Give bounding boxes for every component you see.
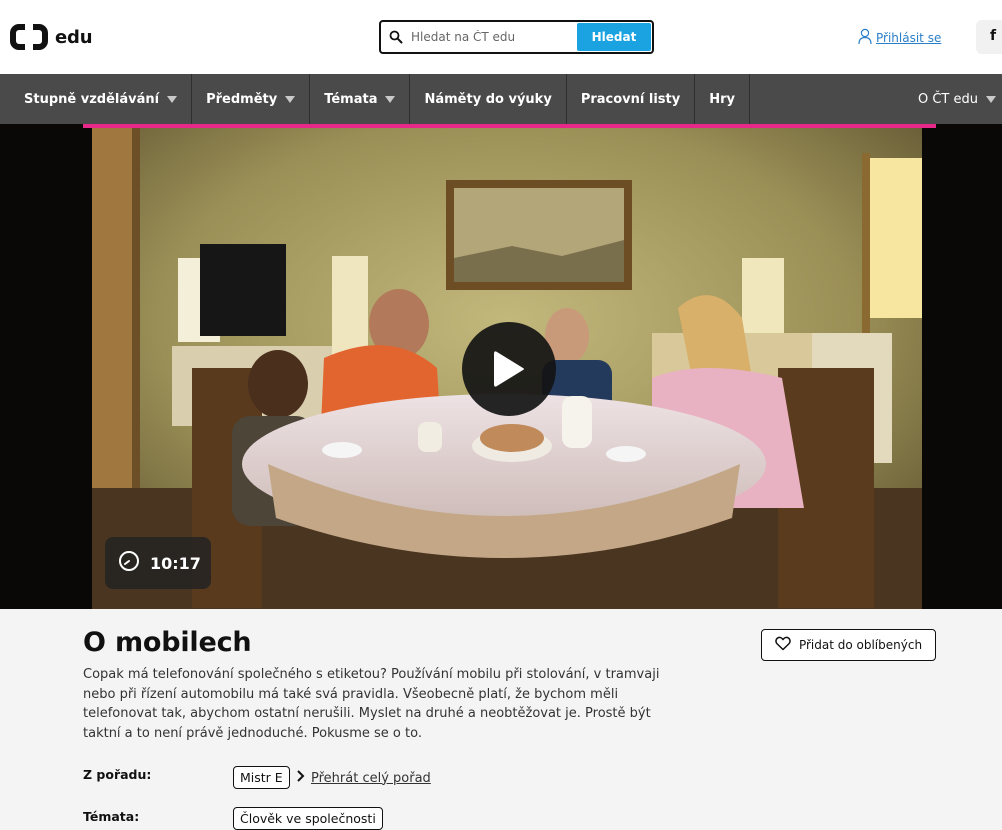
add-to-favorites-button[interactable]: Přidat do oblíbených <box>761 629 936 661</box>
nav-item-label: Témata <box>324 91 378 107</box>
search-bar: Hledat <box>379 20 654 54</box>
topics-label: Témata: <box>83 809 140 824</box>
clock-icon <box>118 550 140 576</box>
nav-item-label: Pracovní listy <box>580 91 681 107</box>
nav-item-predmety[interactable]: Předměty <box>192 74 311 124</box>
video-detail: O mobilech Přidat do oblíbených Copak má… <box>0 609 1002 830</box>
search-input[interactable] <box>411 22 576 52</box>
nav-item-hry[interactable]: Hry <box>695 74 750 124</box>
show-label: Z pořadu: <box>83 767 152 782</box>
nav-item-namety-do-vyuky[interactable]: Náměty do výuky <box>410 74 567 124</box>
login-link[interactable]: Přihlásit se <box>858 28 941 48</box>
play-button[interactable] <box>462 322 556 416</box>
nav-item-label: O ČT edu <box>917 91 978 107</box>
chevron-down-icon <box>385 95 396 103</box>
description: Copak má telefonování společného s etike… <box>83 667 660 741</box>
ct-logo-icon <box>10 23 48 51</box>
nav-item-temata[interactable]: Témata <box>310 74 411 124</box>
heart-icon <box>775 636 791 654</box>
logo-text: edu <box>55 26 93 48</box>
duration-badge: 10:17 <box>105 537 211 589</box>
login-label: Přihlásit se <box>876 31 942 45</box>
site-header: edu Hledat Přihlásit se f <box>0 0 1002 74</box>
chevron-down-icon <box>285 95 296 103</box>
main-navigation: Stupně vzdělávání Předměty Témata Náměty… <box>0 74 1002 124</box>
search-icon <box>381 22 411 52</box>
topic-tag[interactable]: Člověk ve společnosti <box>233 807 383 830</box>
nav-item-pracovni-listy[interactable]: Pracovní listy <box>567 74 696 124</box>
search-button[interactable]: Hledat <box>577 23 651 51</box>
page-title: O mobilech <box>83 627 252 658</box>
chevron-down-icon <box>986 95 996 103</box>
nav-item-label: Předměty <box>206 91 278 107</box>
play-icon <box>494 351 524 387</box>
nav-item-o-ct-edu[interactable]: O ČT edu <box>918 74 1002 124</box>
facebook-icon[interactable]: f <box>976 20 1002 54</box>
nav-item-label: Hry <box>709 91 735 107</box>
ct-edu-logo[interactable]: edu <box>10 23 93 51</box>
user-icon <box>858 28 872 48</box>
video-player[interactable]: 10:17 <box>0 124 1002 609</box>
duration-text: 10:17 <box>150 553 201 573</box>
nav-item-label: Stupně vzdělávání <box>24 91 160 107</box>
accent-bar <box>83 124 936 128</box>
nav-item-label: Náměty do výuky <box>424 91 552 107</box>
add-to-favorites-label: Přidat do oblíbených <box>798 638 923 652</box>
chevron-down-icon <box>167 95 178 103</box>
play-full-show-label: Přehrát celý pořad <box>311 770 431 786</box>
nav-item-stupne-vzdelavani[interactable]: Stupně vzdělávání <box>0 74 193 124</box>
play-full-show-link[interactable]: Přehrát celý pořad <box>296 770 431 786</box>
chevron-right-icon <box>296 770 305 786</box>
show-tag[interactable]: Mistr E <box>233 766 290 789</box>
